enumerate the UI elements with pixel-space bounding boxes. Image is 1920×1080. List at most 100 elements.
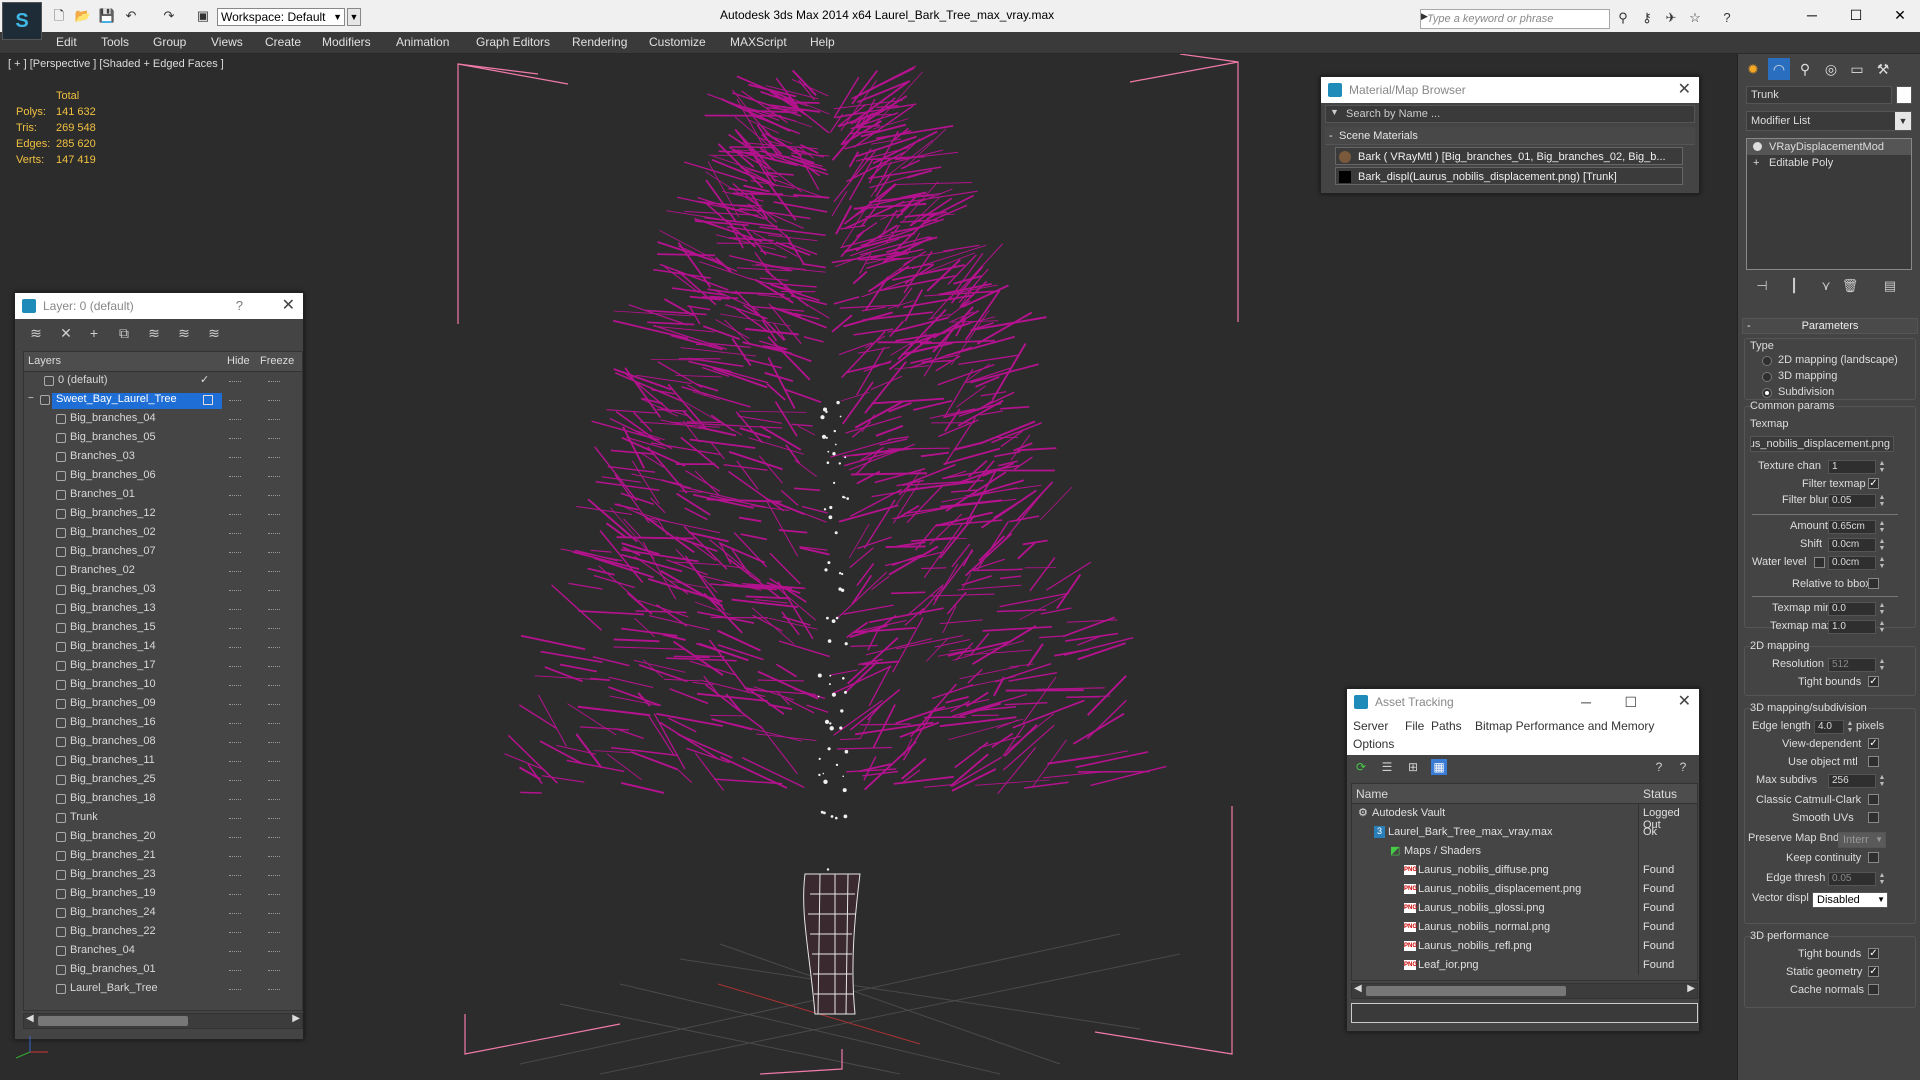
keep-continuity-checkbox[interactable] (1868, 852, 1879, 863)
maximize-button[interactable]: ☐ (1834, 3, 1878, 27)
material-search-input[interactable]: ▼ Search by Name ... (1325, 105, 1695, 123)
asset-row[interactable]: PNG Laurus_nobilis_refl.png Found (1352, 937, 1697, 956)
asset-row[interactable]: ⚙ Autodesk Vault Logged Out (1352, 804, 1697, 831)
column-freeze[interactable]: Freeze (260, 355, 294, 367)
scroll-right-icon[interactable]: ▶ (292, 1013, 300, 1024)
tree-view-icon[interactable]: ⊞ (1405, 759, 1421, 775)
edge-thresh-spinner[interactable]: 0.05 (1828, 872, 1876, 886)
modifier-vray-displacement[interactable]: VRayDisplacementMod (1747, 139, 1911, 155)
layer-row[interactable]: Big_branches_01 (24, 961, 302, 980)
filter-blur-spinner[interactable]: 0.05 (1828, 494, 1876, 508)
layer-row[interactable]: Big_branches_15 (24, 619, 302, 638)
vector-displ-dropdown[interactable]: Disabled ▼ (1812, 892, 1888, 908)
layer-row[interactable]: Big_branches_20 (24, 828, 302, 847)
asset-row[interactable]: PNG Laurus_nobilis_displacement.png Found (1352, 880, 1697, 899)
layer-row[interactable]: Big_branches_03 (24, 581, 302, 600)
spinner-arrows-icon[interactable]: ▲ ▼ (1878, 520, 1886, 534)
texture-chan-spinner[interactable]: 1 (1828, 460, 1876, 474)
layer-row[interactable]: Branches_04 (24, 942, 302, 961)
layer-row[interactable]: Big_branches_22 (24, 923, 302, 942)
asset-row[interactable]: 3 Laurel_Bark_Tree_max_vray.max Ok (1352, 823, 1697, 842)
layer-row[interactable]: Big_branches_17 (24, 657, 302, 676)
menu-customize[interactable]: Customize (649, 35, 706, 49)
layer-row[interactable]: Laurel_Bark_Tree (24, 980, 302, 999)
current-layer-icon[interactable] (203, 395, 213, 405)
layer-row[interactable]: Big_branches_13 (24, 600, 302, 619)
layer-row[interactable]: Big_branches_05 (24, 429, 302, 448)
scroll-left-icon[interactable]: ◀ (26, 1013, 34, 1024)
key-icon[interactable]: ⚷ (1638, 10, 1656, 26)
material-item-bark[interactable]: Bark ( VRayMtl ) [Big_branches_01, Big_b… (1335, 147, 1683, 165)
binoculars-icon[interactable]: ⚲ (1614, 10, 1632, 26)
spinner-arrows-icon[interactable]: ▲ ▼ (1878, 602, 1886, 616)
filter-texmap-checkbox[interactable]: ✓ (1868, 478, 1879, 489)
menu-views[interactable]: Views (211, 35, 243, 49)
search-options-icon[interactable]: ▼ (1330, 107, 1339, 117)
search-input[interactable]: Type a keyword or phrase (1420, 9, 1610, 29)
expand-icon[interactable]: + (1753, 155, 1759, 171)
collapse-icon[interactable]: − (28, 393, 34, 404)
close-button[interactable]: ✕ (1878, 3, 1920, 27)
pin-stack-icon[interactable]: ⊣ (1752, 276, 1772, 296)
freeze-all-layers-icon[interactable]: ≋ (205, 324, 223, 342)
hide-all-layers-icon[interactable]: ≋ (175, 324, 193, 342)
viewport-label[interactable]: [ + ] [Perspective ] [Shaded + Edged Fac… (8, 58, 224, 70)
layer-horizontal-scrollbar[interactable]: ◀ ▶ (23, 1013, 303, 1029)
layer-row[interactable]: Big_branches_18 (24, 790, 302, 809)
menu-paths[interactable]: Paths (1431, 719, 1462, 733)
perspective-viewport[interactable]: [ + ] [Perspective ] [Shaded + Edged Fac… (0, 54, 1737, 1080)
view-dependent-checkbox[interactable]: ✓ (1868, 738, 1879, 749)
help-icon[interactable]: ? (1718, 10, 1736, 26)
spinner-arrows-icon[interactable]: ▲ ▼ (1878, 872, 1886, 886)
context-help-icon[interactable]: ? (1675, 759, 1691, 775)
layer-row[interactable]: Trunk (24, 809, 302, 828)
cache-normals-checkbox[interactable] (1868, 984, 1879, 995)
amount-spinner[interactable]: 0.65cm (1828, 520, 1876, 534)
spinner-arrows-icon[interactable]: ▲ ▼ (1878, 620, 1886, 634)
asset-row[interactable]: PNG Leaf_ior.png Found (1352, 956, 1697, 975)
layer-row[interactable]: Big_branches_24 (24, 904, 302, 923)
active-layer-check-icon[interactable]: ✓ (200, 373, 209, 386)
layer-row-selected[interactable]: − Sweet_Bay_Laurel_Tree (24, 391, 302, 410)
menu-file[interactable]: File (1405, 719, 1424, 733)
layer-row[interactable]: Big_branches_06 (24, 467, 302, 486)
menu-animation[interactable]: Animation (396, 35, 449, 49)
asset-tracking-title-bar[interactable]: Asset Tracking ─ ☐ ✕ (1347, 689, 1699, 715)
close-icon[interactable]: ✕ (282, 293, 295, 319)
column-hide[interactable]: Hide (227, 355, 250, 367)
resolution-spinner[interactable]: 512 (1828, 658, 1876, 672)
asset-path-field[interactable] (1351, 1003, 1698, 1023)
menu-help[interactable]: Help (810, 35, 835, 49)
redo-icon[interactable]: ↷ (160, 8, 178, 24)
object-color-swatch[interactable] (1896, 86, 1912, 104)
help-icon[interactable]: ? (1651, 759, 1667, 775)
scene-materials-section[interactable]: - Scene Materials (1325, 127, 1695, 145)
spinner-arrows-icon[interactable]: ▲ ▼ (1846, 720, 1854, 734)
app-logo-icon[interactable]: S (2, 2, 42, 40)
hierarchy-tab-icon[interactable]: ⚲ (1794, 58, 1816, 80)
asset-row[interactable]: PNG Laurus_nobilis_glossi.png Found (1352, 899, 1697, 918)
layer-row[interactable]: Branches_03 (24, 448, 302, 467)
menu-rendering[interactable]: Rendering (572, 35, 627, 49)
workspace-dropdown-button[interactable]: ▼ (347, 8, 361, 26)
table-view-icon[interactable]: ▦ (1431, 759, 1447, 775)
modifier-list-dropdown[interactable]: Modifier List ▼ (1746, 111, 1912, 131)
display-tab-icon[interactable]: ▭ (1846, 58, 1868, 80)
layer-row[interactable]: Branches_01 (24, 486, 302, 505)
refresh-icon[interactable]: ⟳ (1353, 759, 1369, 775)
asset-row[interactable]: ◩ Maps / Shaders (1352, 842, 1697, 861)
close-icon[interactable]: ✕ (1678, 689, 1691, 715)
layers-icon[interactable]: ≋ (27, 324, 45, 342)
delete-layer-icon[interactable]: ✕ (57, 324, 75, 342)
object-name-field[interactable]: Trunk (1746, 86, 1892, 104)
menu-server[interactable]: Server (1353, 719, 1388, 733)
layer-row[interactable]: Big_branches_25 (24, 771, 302, 790)
layer-row[interactable]: Big_branches_04 (24, 410, 302, 429)
help-icon[interactable]: ? (236, 293, 243, 319)
edge-length-spinner[interactable]: 4.0 (1814, 720, 1844, 734)
list-view-icon[interactable]: ☰ (1379, 759, 1395, 775)
spinner-arrows-icon[interactable]: ▲ ▼ (1878, 658, 1886, 672)
layer-row[interactable]: Big_branches_09 (24, 695, 302, 714)
layer-row[interactable]: Big_branches_16 (24, 714, 302, 733)
layer-row[interactable]: Big_branches_07 (24, 543, 302, 562)
